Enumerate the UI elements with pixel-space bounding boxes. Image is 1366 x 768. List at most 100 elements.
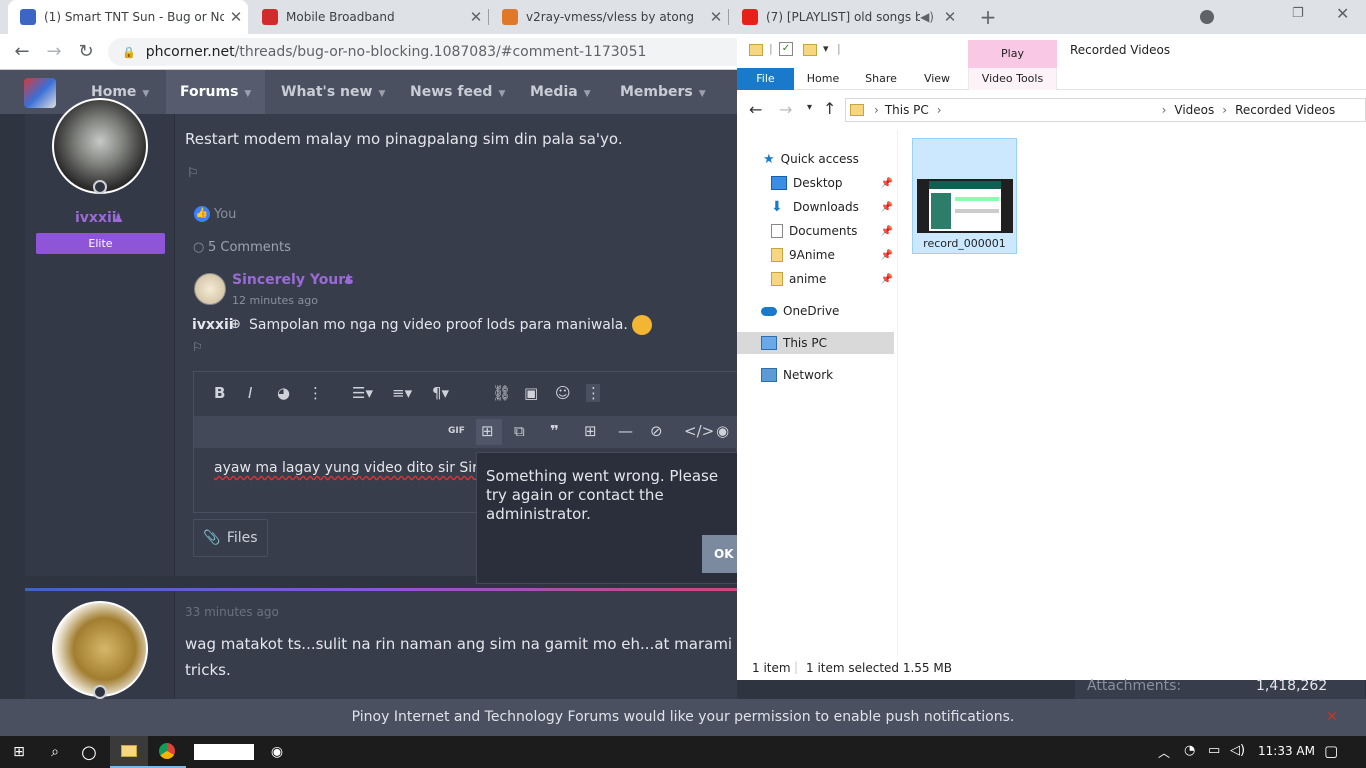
properties-icon[interactable]: ✓ bbox=[779, 42, 793, 56]
forward-icon[interactable]: → bbox=[42, 41, 66, 63]
clock[interactable]: 11:33 AM bbox=[1258, 744, 1315, 758]
huawei-favicon-icon bbox=[262, 9, 278, 25]
new-tab-button[interactable]: + bbox=[976, 5, 1000, 29]
tab-close-icon[interactable]: ✕ bbox=[464, 8, 488, 26]
window-title: Recorded Videos bbox=[1070, 43, 1171, 57]
back-icon[interactable]: ← bbox=[749, 100, 762, 119]
code-icon[interactable]: </> bbox=[684, 422, 714, 440]
wifi-icon[interactable]: ◔ bbox=[1184, 743, 1195, 758]
preview-icon[interactable]: ◉ bbox=[716, 422, 729, 440]
report-flag-icon[interactable]: ⚐ bbox=[192, 340, 203, 354]
nav-quick-access[interactable]: ★ Quick access bbox=[737, 148, 897, 170]
file-explorer-taskbar-icon[interactable] bbox=[110, 736, 148, 768]
emoji-icon[interactable]: ☺ bbox=[555, 384, 571, 402]
customize-qat-icon[interactable]: ▾ bbox=[823, 42, 829, 55]
editor-text[interactable]: ayaw ma lagay yung video dito sir Sir bbox=[214, 460, 478, 476]
windows-taskbar: ⊞ ⌕ ○ ◉ ︿ ◔ ▭ ◁) 11:33 AM ▢ bbox=[0, 736, 1366, 768]
profile-dropdown-icon[interactable] bbox=[1200, 10, 1214, 24]
reaction-list[interactable]: You bbox=[214, 207, 236, 222]
avatar[interactable] bbox=[52, 601, 148, 697]
nav-label: Downloads bbox=[793, 200, 859, 214]
push-notice-text[interactable]: Pinoy Internet and Technology Forums wou… bbox=[352, 709, 1015, 725]
tab-close-icon[interactable]: ✕ bbox=[704, 8, 728, 26]
ribbon-tab-share[interactable]: Share bbox=[857, 68, 905, 90]
nav-desktop[interactable]: Desktop 📌 bbox=[737, 172, 897, 194]
post-username[interactable]: ivxxii bbox=[75, 210, 117, 226]
nav-news-feed[interactable]: News feed ▼ bbox=[396, 70, 519, 114]
notifications-icon[interactable]: ▢ bbox=[1324, 742, 1338, 760]
breadcrumb-this-pc[interactable]: This PC bbox=[885, 103, 929, 117]
report-flag-icon[interactable]: ⚐ bbox=[187, 166, 199, 181]
ribbon-tab-video-tools[interactable]: Video Tools bbox=[968, 68, 1057, 90]
image-icon[interactable]: ▣ bbox=[524, 384, 538, 402]
nav-documents[interactable]: Documents 📌 bbox=[737, 220, 897, 242]
tab-v2ray[interactable]: v2ray-vmess/vless by atong ✕ bbox=[490, 0, 728, 34]
context-tab-play[interactable]: Play bbox=[968, 40, 1057, 68]
tab-playlist[interactable]: (7) [PLAYLIST] old songs but it ◀) ✕ bbox=[730, 0, 962, 34]
phcorner-logo[interactable] bbox=[24, 78, 56, 108]
table-icon[interactable]: ⊞ bbox=[584, 422, 597, 440]
gif-button[interactable]: GIF bbox=[448, 426, 465, 436]
horizontal-line-icon[interactable]: — bbox=[618, 422, 633, 440]
nav-media[interactable]: Media ▼ bbox=[516, 70, 605, 114]
breadcrumb-recorded-videos[interactable]: Recorded Videos bbox=[1235, 103, 1335, 117]
more-options-icon[interactable]: ⋮ bbox=[586, 384, 601, 402]
align-icon[interactable]: ≡▾ bbox=[392, 384, 412, 402]
comment-mention[interactable]: ivxxii bbox=[192, 317, 234, 333]
chrome-taskbar-icon[interactable] bbox=[148, 736, 186, 768]
breadcrumb-videos[interactable]: Videos bbox=[1174, 103, 1214, 117]
nav-9anime[interactable]: 9Anime 📌 bbox=[737, 244, 897, 266]
insert-video-icon[interactable]: ⊞ bbox=[481, 422, 494, 440]
task-view-icon[interactable]: ○ bbox=[70, 736, 108, 768]
tab-close-icon[interactable]: ✕ bbox=[938, 8, 962, 26]
tab-close-icon[interactable]: ✕ bbox=[224, 8, 248, 26]
list-icon[interactable]: ☰▾ bbox=[352, 384, 373, 402]
restore-window-icon[interactable]: ❐ bbox=[1292, 6, 1304, 21]
close-icon[interactable]: ✕ bbox=[1326, 699, 1338, 736]
nav-members[interactable]: Members ▼ bbox=[606, 70, 720, 114]
search-icon[interactable]: ⌕ bbox=[36, 736, 74, 768]
up-icon[interactable]: ↑ bbox=[823, 99, 836, 118]
nav-anime[interactable]: anime 📌 bbox=[737, 268, 897, 290]
battery-icon[interactable]: ▭ bbox=[1208, 743, 1220, 758]
tab-mobile-broadband[interactable]: Mobile Broadband ✕ bbox=[250, 0, 488, 34]
nav-this-pc[interactable]: This PC bbox=[737, 332, 894, 354]
tab-smart-tnt[interactable]: (1) Smart TNT Sun - Bug or No B ✕ bbox=[8, 0, 248, 34]
nav-forums[interactable]: Forums ▼ bbox=[166, 70, 266, 114]
address-bar[interactable]: 🔒 phcorner.net/threads/bug-or-no-blockin… bbox=[108, 38, 748, 66]
bold-icon[interactable]: B bbox=[214, 384, 225, 402]
ribbon-tab-view[interactable]: View bbox=[913, 68, 961, 90]
show-hidden-icons-icon[interactable]: ︿ bbox=[1158, 744, 1170, 761]
nav-downloads[interactable]: ⬇ Downloads 📌 bbox=[737, 196, 897, 218]
windows-start-icon[interactable]: ⊞ bbox=[0, 736, 38, 768]
ribbon-tab-home[interactable]: Home bbox=[799, 68, 847, 90]
volume-icon[interactable]: ◁) bbox=[1230, 743, 1245, 758]
back-icon[interactable]: ← bbox=[10, 41, 34, 63]
nav-whats-new[interactable]: What's new ▼ bbox=[266, 70, 400, 114]
color-palette-icon[interactable]: ◕ bbox=[277, 384, 290, 402]
recorder-taskbar-icon[interactable]: ◉ bbox=[258, 736, 296, 768]
attach-files-button[interactable]: 📎 Files bbox=[193, 519, 268, 557]
italic-icon[interactable]: I bbox=[248, 384, 252, 402]
commenter-avatar[interactable] bbox=[194, 273, 226, 305]
close-window-icon[interactable]: ✕ bbox=[1336, 4, 1349, 23]
recent-locations-icon[interactable]: ▾ bbox=[807, 102, 812, 113]
redacted-taskbar-app[interactable] bbox=[194, 744, 254, 760]
quote-icon[interactable]: ❞ bbox=[550, 422, 559, 440]
spoiler-icon[interactable]: ⊘ bbox=[650, 422, 663, 440]
forward-icon[interactable]: → bbox=[779, 100, 792, 119]
nav-onedrive[interactable]: OneDrive bbox=[737, 300, 897, 322]
comments-count[interactable]: 5 Comments bbox=[208, 240, 291, 255]
link-icon[interactable]: ⛓ bbox=[492, 384, 511, 402]
paragraph-icon[interactable]: ¶▾ bbox=[432, 384, 449, 402]
insert-gallery-icon[interactable]: ⧉ bbox=[514, 422, 525, 440]
nav-network[interactable]: Network bbox=[737, 364, 897, 386]
reload-icon[interactable]: ↻ bbox=[74, 41, 98, 63]
more-formatting-icon[interactable]: ⋮ bbox=[308, 384, 323, 402]
explorer-address-bar[interactable]: › This PC › › Videos › Recorded Videos bbox=[845, 98, 1366, 122]
ok-button[interactable]: OK bbox=[702, 535, 742, 573]
ribbon-tab-file[interactable]: File bbox=[737, 68, 794, 90]
file-item[interactable]: record_000001 bbox=[912, 138, 1017, 254]
commenter-name[interactable]: Sincerely Yours bbox=[232, 272, 354, 288]
new-folder-icon[interactable] bbox=[803, 44, 817, 56]
